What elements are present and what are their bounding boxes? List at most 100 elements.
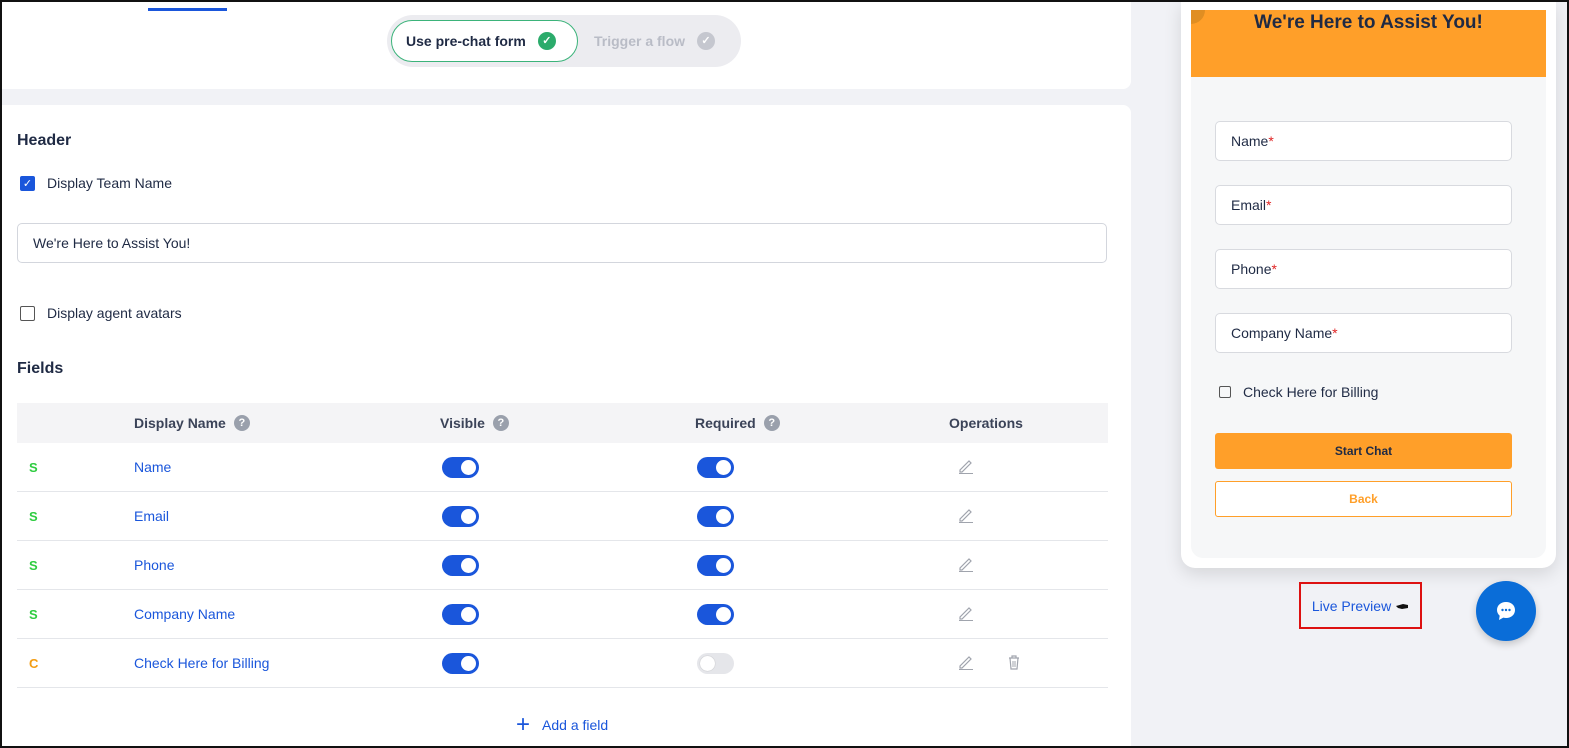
column-display-name: Display Name ? (134, 403, 250, 443)
operations-cell (957, 590, 975, 638)
table-row: C Check Here for Billing (17, 639, 1108, 688)
operations-cell (957, 541, 975, 589)
field-name-cell: Email (134, 492, 169, 540)
required-cell (697, 590, 734, 638)
required-toggle[interactable] (697, 652, 734, 674)
use-prechat-form-option[interactable]: Use pre-chat form ✓ (391, 20, 578, 62)
widget-preview-header: We're Here to Assist You! (1191, 10, 1546, 77)
required-toggle[interactable] (697, 456, 734, 478)
field-name-cell: Check Here for Billing (134, 639, 269, 687)
display-team-name-label: Display Team Name (47, 175, 173, 191)
preview-field-label: Name (1231, 133, 1269, 149)
required-cell (697, 492, 734, 540)
mode-card: Use pre-chat form ✓ Trigger a flow ✓ (2, 2, 1131, 89)
use-prechat-form-label: Use pre-chat form (406, 33, 526, 49)
table-row: S Email (17, 492, 1108, 541)
display-team-name-checkbox[interactable]: ✓ (20, 175, 35, 191)
help-icon[interactable]: ? (763, 415, 780, 431)
visible-cell (442, 443, 479, 491)
preview-field-label: Email (1231, 197, 1267, 213)
field-name-link[interactable]: Email (134, 508, 169, 524)
required-toggle[interactable] (697, 554, 734, 576)
required-cell (697, 639, 734, 687)
visible-cell (442, 492, 479, 540)
visible-toggle[interactable] (442, 554, 479, 576)
preview-input-field[interactable]: Company Name * (1215, 313, 1512, 353)
required-cell (697, 443, 734, 491)
plus-icon: + (516, 711, 531, 738)
field-type-cell: S (29, 541, 38, 589)
required-marker: * (1268, 133, 1274, 149)
team-name-input[interactable] (17, 223, 1107, 263)
required-toggle[interactable] (697, 505, 734, 527)
active-tab-indicator (148, 8, 227, 11)
live-preview-link[interactable]: Live Preview (1299, 582, 1422, 629)
preview-field-label: Phone (1231, 261, 1272, 277)
header-section-title: Header (17, 132, 72, 149)
preview-input-field[interactable]: Phone * (1215, 249, 1512, 289)
field-type-badge: S (29, 459, 38, 475)
delete-trash-icon[interactable] (1005, 653, 1023, 674)
add-field-button[interactable]: + Add a field (516, 713, 608, 737)
visible-toggle[interactable] (442, 456, 479, 478)
field-type-cell: S (29, 492, 38, 540)
trigger-flow-option[interactable]: Trigger a flow ✓ (580, 20, 730, 62)
edit-pencil-icon[interactable] (957, 555, 975, 576)
visible-toggle[interactable] (442, 652, 479, 674)
field-name-link[interactable]: Check Here for Billing (134, 655, 269, 671)
visible-toggle[interactable] (442, 505, 479, 527)
field-name-link[interactable]: Company Name (134, 606, 235, 622)
widget-preview-title: We're Here to Assist You! (1254, 12, 1483, 33)
required-cell (697, 541, 734, 589)
operations-cell (957, 443, 975, 491)
table-row: S Name (17, 443, 1108, 492)
help-icon[interactable]: ? (233, 415, 250, 431)
visible-toggle[interactable] (442, 603, 479, 625)
column-operations-label: Operations (949, 415, 1023, 431)
edit-pencil-icon[interactable] (957, 604, 975, 625)
field-name-cell: Name (134, 443, 171, 491)
field-type-cell: C (29, 639, 38, 687)
live-preview-label: Live Preview (1311, 597, 1392, 614)
column-visible: Visible ? (440, 403, 509, 443)
required-toggle[interactable] (697, 603, 734, 625)
widget-preview: We're Here to Assist You! Name * Email * Pho… (1181, 0, 1556, 568)
field-type-badge: S (29, 508, 38, 524)
field-type-badge: S (29, 557, 38, 573)
visible-cell (442, 639, 479, 687)
required-marker: * (1271, 261, 1277, 277)
billing-checkbox[interactable] (1219, 386, 1231, 398)
field-name-link[interactable]: Name (134, 459, 171, 475)
chat-icon (1497, 602, 1515, 620)
edit-pencil-icon[interactable] (957, 653, 975, 674)
billing-label: Check Here for Billing (1243, 384, 1379, 400)
display-avatars-label: Display agent avatars (47, 305, 182, 321)
preview-input-field[interactable]: Email * (1215, 185, 1512, 225)
operations-cell (957, 492, 975, 540)
field-name-cell: Company Name (134, 590, 235, 638)
table-row: S Company Name (17, 590, 1108, 639)
display-avatars-checkbox[interactable] (20, 305, 35, 321)
fields-section-title: Fields (17, 360, 64, 377)
field-type-cell: S (29, 443, 38, 491)
display-team-name-option: ✓ Display Team Name (20, 175, 172, 191)
operations-cell (957, 639, 1023, 687)
edit-pencil-icon[interactable] (957, 457, 975, 478)
back-button[interactable]: Back (1215, 481, 1512, 517)
table-row: S Phone (17, 541, 1108, 590)
display-avatars-option: Display agent avatars (20, 305, 182, 321)
field-name-cell: Phone (134, 541, 174, 589)
fields-table: Display Name ? Visible ? Required ? Oper… (17, 403, 1108, 688)
column-required-label: Required (695, 415, 756, 431)
prechat-form-settings: Header ✓ Display Team Name Display agent… (2, 105, 1131, 746)
mode-toggle: Use pre-chat form ✓ Trigger a flow ✓ (387, 15, 741, 67)
trigger-flow-label: Trigger a flow (594, 33, 686, 49)
field-name-link[interactable]: Phone (134, 557, 174, 573)
start-chat-button[interactable]: Start Chat (1215, 433, 1512, 469)
edit-pencil-icon[interactable] (957, 506, 975, 527)
help-icon[interactable]: ? (492, 415, 509, 431)
required-marker: * (1332, 325, 1338, 341)
chat-launcher-button[interactable] (1476, 581, 1536, 641)
visible-cell (442, 541, 479, 589)
preview-input-field[interactable]: Name * (1215, 121, 1512, 161)
